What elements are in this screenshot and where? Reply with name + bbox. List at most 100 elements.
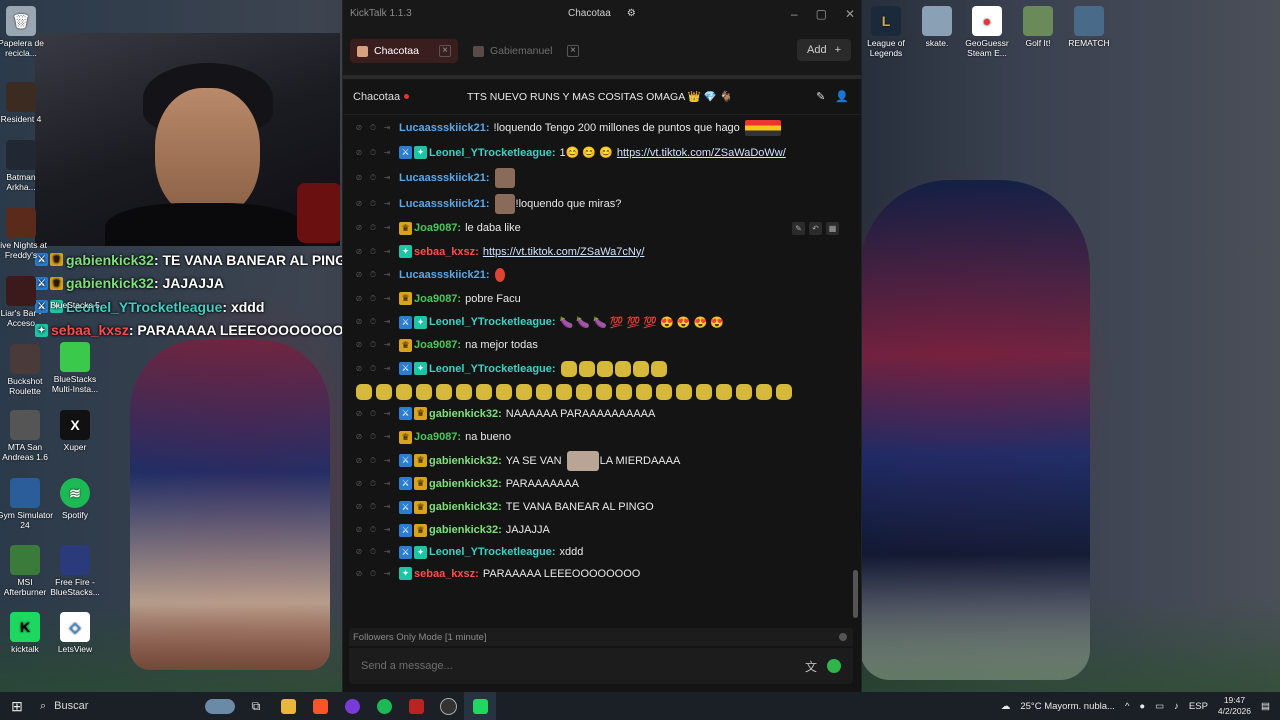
chat-username[interactable]: Joa9087: xyxy=(414,339,461,351)
emote-picker-icon[interactable] xyxy=(827,659,841,673)
add-channel-button[interactable]: Add + xyxy=(796,39,851,61)
reply-icon[interactable]: ⇥ xyxy=(383,409,391,419)
chat-message[interactable]: ⊘ ⏱ ⇥ Lucaassskiick21: !loquendo que miras? xyxy=(343,191,853,216)
timeout-icon[interactable]: ⏱ xyxy=(369,199,377,209)
brave-icon[interactable] xyxy=(304,692,336,720)
ban-icon[interactable]: ⊘ xyxy=(355,223,363,233)
timeout-icon[interactable]: ⏱ xyxy=(369,547,377,557)
chat-username[interactable]: gabienkick32: xyxy=(429,455,502,467)
maximize-icon[interactable]: ▢ xyxy=(816,7,827,21)
network-icon[interactable]: ▭ xyxy=(1155,701,1164,712)
file-explorer-icon[interactable] xyxy=(272,692,304,720)
chat-username[interactable]: gabienkick32: xyxy=(429,408,502,420)
tab-chacotaa[interactable]: Chacotaa × xyxy=(350,39,458,63)
ban-icon[interactable]: ⊘ xyxy=(355,340,363,350)
desktop-icon-spotify[interactable]: ≋ Spotify xyxy=(46,478,104,520)
chat-message[interactable] xyxy=(343,381,853,402)
spotify-taskbar-icon[interactable] xyxy=(368,692,400,720)
task-view-icon[interactable]: ⧉ xyxy=(240,692,272,720)
ban-icon[interactable]: ⊘ xyxy=(355,432,363,442)
chat-username[interactable]: Lucaassskiick21: xyxy=(399,269,490,281)
chat-username[interactable]: Leonel_YTrocketleague: xyxy=(429,546,556,558)
tab-gabiemanuel[interactable]: Gabiemanuel × xyxy=(466,39,586,63)
chat-message[interactable]: ⊘ ⏱ ⇥ ⚔ ♛ gabienkick32: JAJAJJA xyxy=(343,519,853,541)
timeout-icon[interactable]: ⏱ xyxy=(369,409,377,419)
chat-message[interactable]: ⊘ ⏱ ⇥ ⚔ ♛ gabienkick32: NAAAAAA PARAAAAAAAAAA xyxy=(343,402,853,425)
timeout-icon[interactable]: ⏱ xyxy=(369,317,377,327)
timeout-icon[interactable]: ⏱ xyxy=(369,148,377,158)
reply-icon[interactable]: ⇥ xyxy=(383,199,391,209)
timeout-icon[interactable]: ⏱ xyxy=(369,223,377,233)
reply-icon[interactable]: ⇥ xyxy=(383,294,391,304)
volume-icon[interactable]: ♪ xyxy=(1174,701,1179,712)
chat-message[interactable]: ⊘ ⏱ ⇥ ⚔ ✦ Leonel_YTrocketleague: 1😊 😊 😊 https:/… xyxy=(343,140,853,165)
reply-icon[interactable]: ⇥ xyxy=(383,247,391,257)
browser-icon[interactable] xyxy=(336,692,368,720)
voicemeeter-icon[interactable] xyxy=(400,692,432,720)
reply-icon[interactable]: ⇥ xyxy=(383,223,391,233)
timeout-icon[interactable]: ⏱ xyxy=(369,525,377,535)
ban-icon[interactable]: ⊘ xyxy=(355,123,363,133)
weather-text[interactable]: 25°C Mayorm. nubla... xyxy=(1020,701,1115,712)
ban-icon[interactable]: ⊘ xyxy=(355,456,363,466)
ban-icon[interactable]: ⊘ xyxy=(355,148,363,158)
user-icon[interactable]: 👤 xyxy=(835,90,849,103)
desktop-icon-geoguessr[interactable]: ● GeoGuessr Steam E... xyxy=(958,6,1016,58)
reply-message-icon[interactable]: ↶ xyxy=(809,221,822,235)
chat-message[interactable]: ⊘ ⏱ ⇥ Lucaassskiick21: !loquendo Tengo 200 m… xyxy=(343,116,853,140)
chat-message[interactable]: ⊘ ⏱ ⇥ Lucaassskiick21: xyxy=(343,165,853,191)
timeout-icon[interactable]: ⏱ xyxy=(369,340,377,350)
reply-icon[interactable]: ⇥ xyxy=(383,270,391,280)
reply-icon[interactable]: ⇥ xyxy=(383,364,391,374)
chat-username[interactable]: Leonel_YTrocketleague: xyxy=(429,363,556,375)
reply-icon[interactable]: ⇥ xyxy=(383,432,391,442)
desktop-icon-golfit[interactable]: Golf It! xyxy=(1009,6,1067,48)
obs-icon[interactable] xyxy=(432,692,464,720)
chat-message[interactable]: ⊘ ⏱ ⇥ ♛ Joa9087: le daba like ✎ ↶ ▦ xyxy=(343,216,853,240)
ban-icon[interactable]: ⊘ xyxy=(355,569,363,579)
chat-message[interactable]: ⊘ ⏱ ⇥ ✦ sebaa_kxsz: https://vt.tiktok.com/ZSa… xyxy=(343,240,853,263)
timeout-icon[interactable]: ⏱ xyxy=(369,247,377,257)
desktop-icon-rematch[interactable]: REMATCH xyxy=(1060,6,1118,48)
pin-icon[interactable]: ✎ xyxy=(816,90,825,103)
chat-message[interactable]: ⊘ ⏱ ⇥ ✦ sebaa_kxsz: PARAAAAA LEEEOOOOOOOO xyxy=(343,563,853,584)
timeout-icon[interactable]: ⏱ xyxy=(369,123,377,133)
timeout-icon[interactable]: ⏱ xyxy=(369,479,377,489)
desktop-icon-letsview[interactable]: ◇ LetsView xyxy=(46,612,104,654)
ban-icon[interactable]: ⊘ xyxy=(355,317,363,327)
reply-icon[interactable]: ⇥ xyxy=(383,173,391,183)
desktop-icon-fnaf[interactable]: Five Nights at Freddy's xyxy=(0,208,50,260)
kicktalk-taskbar-icon[interactable] xyxy=(464,692,496,720)
timeout-icon[interactable]: ⏱ xyxy=(369,364,377,374)
mic-icon[interactable]: ● xyxy=(1139,701,1145,712)
timeout-icon[interactable]: ⏱ xyxy=(369,294,377,304)
desktop-icon-freefire[interactable]: Free Fire - BlueStacks... xyxy=(46,545,104,597)
desktop-icon-batman[interactable]: Batman Arkha... xyxy=(0,140,50,192)
chat-scrollbar[interactable] xyxy=(853,570,858,618)
info-icon[interactable] xyxy=(839,633,847,641)
taskbar-widget[interactable] xyxy=(200,692,240,720)
reply-icon[interactable]: ⇥ xyxy=(383,317,391,327)
desktop-icon-xuper[interactable]: X Xuper xyxy=(46,410,104,452)
desktop-icon-league[interactable]: L League of Legends xyxy=(857,6,915,58)
language-indicator[interactable]: ESP xyxy=(1189,701,1208,712)
chat-message[interactable]: ⊘ ⏱ ⇥ Lucaassskiick21: xyxy=(343,263,853,287)
reply-icon[interactable]: ⇥ xyxy=(383,340,391,350)
chat-username[interactable]: gabienkick32: xyxy=(429,524,502,536)
reply-icon[interactable]: ⇥ xyxy=(383,547,391,557)
desktop-icon-bluestacks[interactable]: BlueStacks 5 xyxy=(46,300,104,310)
timeout-icon[interactable]: ⏱ xyxy=(369,502,377,512)
minimize-icon[interactable]: – xyxy=(791,7,798,21)
chat-message[interactable]: ⊘ ⏱ ⇥ ⚔ ♛ gabienkick32: TE VANA BANEAR AL PING… xyxy=(343,495,853,519)
ban-icon[interactable]: ⊘ xyxy=(355,173,363,183)
chat-username[interactable]: sebaa_kxsz: xyxy=(414,246,479,258)
chat-message[interactable]: ⊘ ⏱ ⇥ ♛ Joa9087: pobre Facu xyxy=(343,287,853,310)
chat-username[interactable]: Joa9087: xyxy=(414,431,461,443)
reply-icon[interactable]: ⇥ xyxy=(383,525,391,535)
desktop-icon-liars-bar[interactable]: Liar's Bar - Acceso xyxy=(0,276,50,328)
chat-message[interactable]: ⊘ ⏱ ⇥ ⚔ ♛ gabienkick32: PARAAAAAAA xyxy=(343,472,853,495)
chat-message[interactable]: ⊘ ⏱ ⇥ ⚔ ✦ Leonel_YTrocketleague: xyxy=(343,356,853,381)
chat-input[interactable] xyxy=(359,659,763,673)
windows-start-icon[interactable]: ⊞ xyxy=(0,698,34,715)
notification-icon[interactable]: ▤ xyxy=(1261,701,1270,712)
